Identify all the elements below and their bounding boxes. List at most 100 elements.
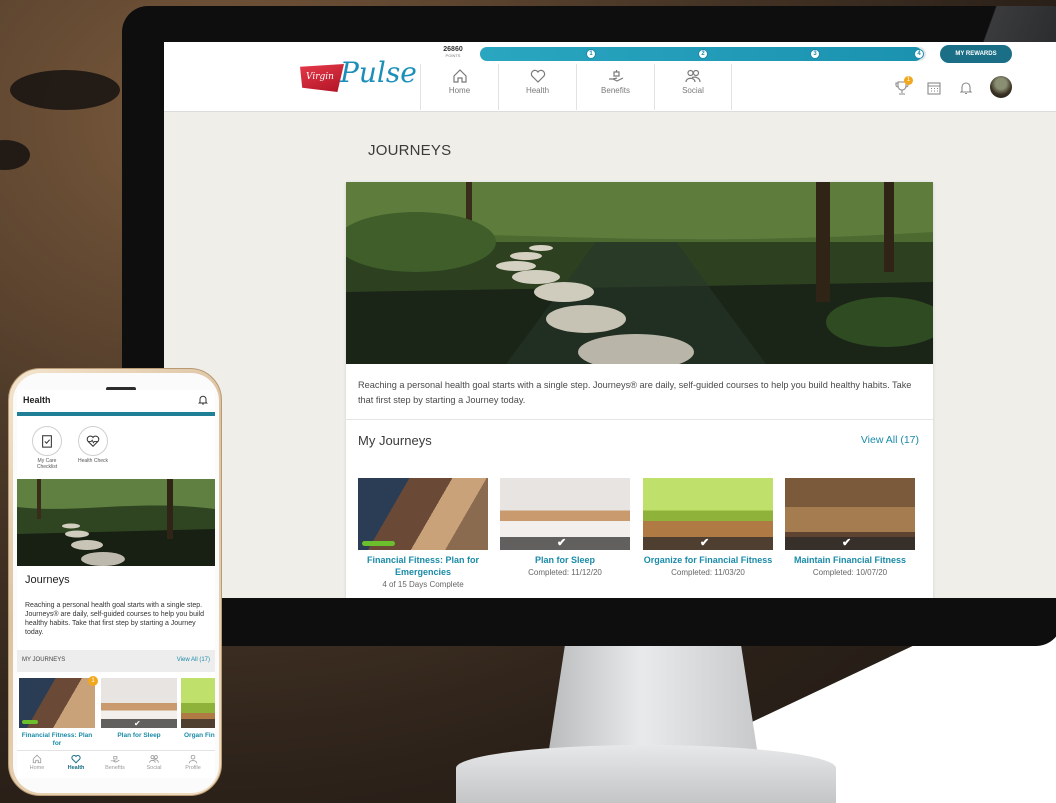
- rewards-progress-bar: 1 2 3 4: [480, 47, 926, 61]
- avatar[interactable]: [990, 76, 1012, 98]
- tab-home[interactable]: Home: [420, 64, 498, 110]
- journey-status: 4 of 15 Days Complete: [382, 580, 464, 589]
- top-navigation-bar: Virgin Pulse 26860 POINTS 1 2 3 4 MY REW…: [164, 42, 1056, 112]
- calendar-icon[interactable]: [926, 80, 944, 98]
- mobile-journeys-intro: Reaching a personal health goal starts w…: [25, 602, 204, 636]
- view-all-link[interactable]: View All (17): [177, 657, 210, 663]
- tab-label: Home: [448, 86, 471, 95]
- heart-icon: [71, 755, 81, 764]
- journey-card[interactable]: Financial Fitness: Plan for Emergencies …: [358, 478, 488, 590]
- view-all-link[interactable]: View All (17): [861, 434, 919, 446]
- mobile-hero-image: [17, 479, 215, 566]
- journey-title: Financial Fitness: Plan for: [21, 732, 93, 747]
- points-counter: 26860 POINTS: [440, 46, 466, 58]
- journey-card[interactable]: ✔ Organize for Financial Fitness Complet…: [643, 478, 773, 578]
- journey-thumbnail: [358, 478, 488, 550]
- tab-label: Benefits: [601, 86, 630, 95]
- trophy-icon[interactable]: 1: [894, 76, 913, 98]
- pulse-wordmark: Pulse: [340, 56, 417, 89]
- hero-image-stepping-stones: [346, 182, 933, 364]
- home-icon: [421, 64, 498, 86]
- mobile-tab-profile[interactable]: Profile: [173, 754, 213, 771]
- benefits-icon: [577, 64, 654, 86]
- journey-card[interactable]: ✔ Maintain Financial Fitness Completed: …: [785, 478, 915, 578]
- journeys-intro-text: Reaching a personal health goal starts w…: [358, 380, 912, 405]
- checkmark-icon: ✔: [557, 537, 567, 549]
- tab-label: Social: [682, 86, 704, 95]
- mobile-my-journeys-bar: MY JOURNEYS View All (17): [17, 650, 215, 672]
- mobile-screen: Health My Care Checklist Health Check Jo…: [17, 390, 215, 778]
- points-label: POINTS: [445, 53, 461, 58]
- mobile-tab-health[interactable]: Health: [56, 754, 96, 771]
- tab-label: Social: [146, 765, 162, 771]
- garden-pond-illustration: [17, 479, 215, 566]
- completed-overlay: [181, 719, 215, 728]
- monitor-stand-base: [456, 745, 836, 803]
- health-check-button[interactable]: Health Check: [73, 426, 113, 464]
- mobile-tab-benefits[interactable]: Benefits: [95, 754, 135, 771]
- monitor-glare: [942, 6, 1056, 46]
- mobile-bottom-nav: Home Health Benefits Social Profile: [17, 750, 215, 778]
- mobile-tab-social[interactable]: Social: [134, 754, 174, 771]
- mobile-journey-card[interactable]: Organ Financi: [181, 678, 215, 740]
- mobile-journey-card[interactable]: ✔ Plan for Sleep: [101, 678, 177, 740]
- tab-label: Benefits: [105, 765, 125, 771]
- journey-thumbnail: ✔: [500, 478, 630, 550]
- monitor-stand-neck: [548, 646, 758, 756]
- journey-card[interactable]: ✔ Plan for Sleep Completed: 11/12/20: [500, 478, 630, 578]
- milestone-3: 3: [810, 49, 820, 59]
- checkmark-icon: ✔: [134, 719, 141, 728]
- desktop-screen: Virgin Pulse 26860 POINTS 1 2 3 4 MY REW…: [164, 42, 1056, 598]
- people-icon: [149, 755, 159, 763]
- mobile-header: Health: [17, 390, 215, 416]
- journey-title: Organize for Financial Fitness: [643, 555, 773, 565]
- home-icon: [32, 754, 42, 764]
- bell-icon[interactable]: [197, 394, 209, 406]
- heart-icon: [499, 64, 576, 86]
- journey-status: Completed: 11/12/20: [528, 568, 602, 577]
- journey-thumbnail: ✔: [643, 478, 773, 550]
- benefits-icon: [110, 756, 120, 763]
- milestone-2: 2: [698, 49, 708, 59]
- person-icon: [188, 754, 198, 764]
- heart-pulse-icon: [78, 426, 108, 456]
- clipboard-check-icon: [32, 426, 62, 456]
- stone-decoration: [0, 140, 30, 170]
- milestone-4: 4: [914, 49, 924, 59]
- journey-thumbnail: ✔: [101, 678, 177, 728]
- journey-thumbnail: ✔: [785, 478, 915, 550]
- my-rewards-button[interactable]: MY REWARDS: [940, 45, 1012, 63]
- mobile-journeys-title: Journeys: [25, 574, 70, 586]
- journey-title: Organ Financi: [184, 732, 215, 739]
- milestone-1: 1: [586, 49, 596, 59]
- journey-title: Financial Fitness: Plan for Emergencies: [366, 555, 480, 577]
- my-journeys-label: MY JOURNEYS: [22, 657, 66, 663]
- mobile-journey-card[interactable]: Financial Fitness: Plan for: [19, 678, 95, 748]
- mobile-header-title: Health: [23, 395, 51, 405]
- journey-thumbnail: [19, 678, 95, 728]
- journey-thumbnail: [181, 678, 215, 728]
- people-icon: [655, 64, 731, 86]
- tab-label: Profile: [185, 765, 201, 771]
- journey-status: Completed: 10/07/20: [812, 568, 888, 577]
- mobile-tab-home[interactable]: Home: [17, 754, 57, 771]
- bell-icon[interactable]: [958, 80, 976, 98]
- checkmark-icon: ✔: [842, 537, 852, 549]
- virgin-flag-logo: Virgin: [300, 64, 344, 92]
- points-value: 26860: [443, 46, 463, 53]
- my-care-checklist-button[interactable]: My Care Checklist: [27, 426, 67, 470]
- tab-label: Home: [29, 765, 45, 771]
- virgin-pulse-logo[interactable]: Virgin Pulse: [300, 56, 417, 100]
- journeys-card: Reaching a personal health goal starts w…: [346, 182, 933, 598]
- tab-social[interactable]: Social: [654, 64, 732, 110]
- journey-title: Maintain Financial Fitness: [793, 555, 907, 565]
- journey-progress-bar: [22, 720, 38, 724]
- tab-health[interactable]: Health: [498, 64, 576, 110]
- garden-pond-illustration: [346, 182, 933, 364]
- checkmark-icon: ✔: [700, 537, 710, 549]
- tab-benefits[interactable]: Benefits: [576, 64, 654, 110]
- stone-decoration: [10, 70, 120, 110]
- tab-label: Health: [67, 765, 85, 771]
- quick-action-label: My Care Checklist: [36, 458, 58, 470]
- journey-status: Completed: 11/03/20: [671, 568, 745, 577]
